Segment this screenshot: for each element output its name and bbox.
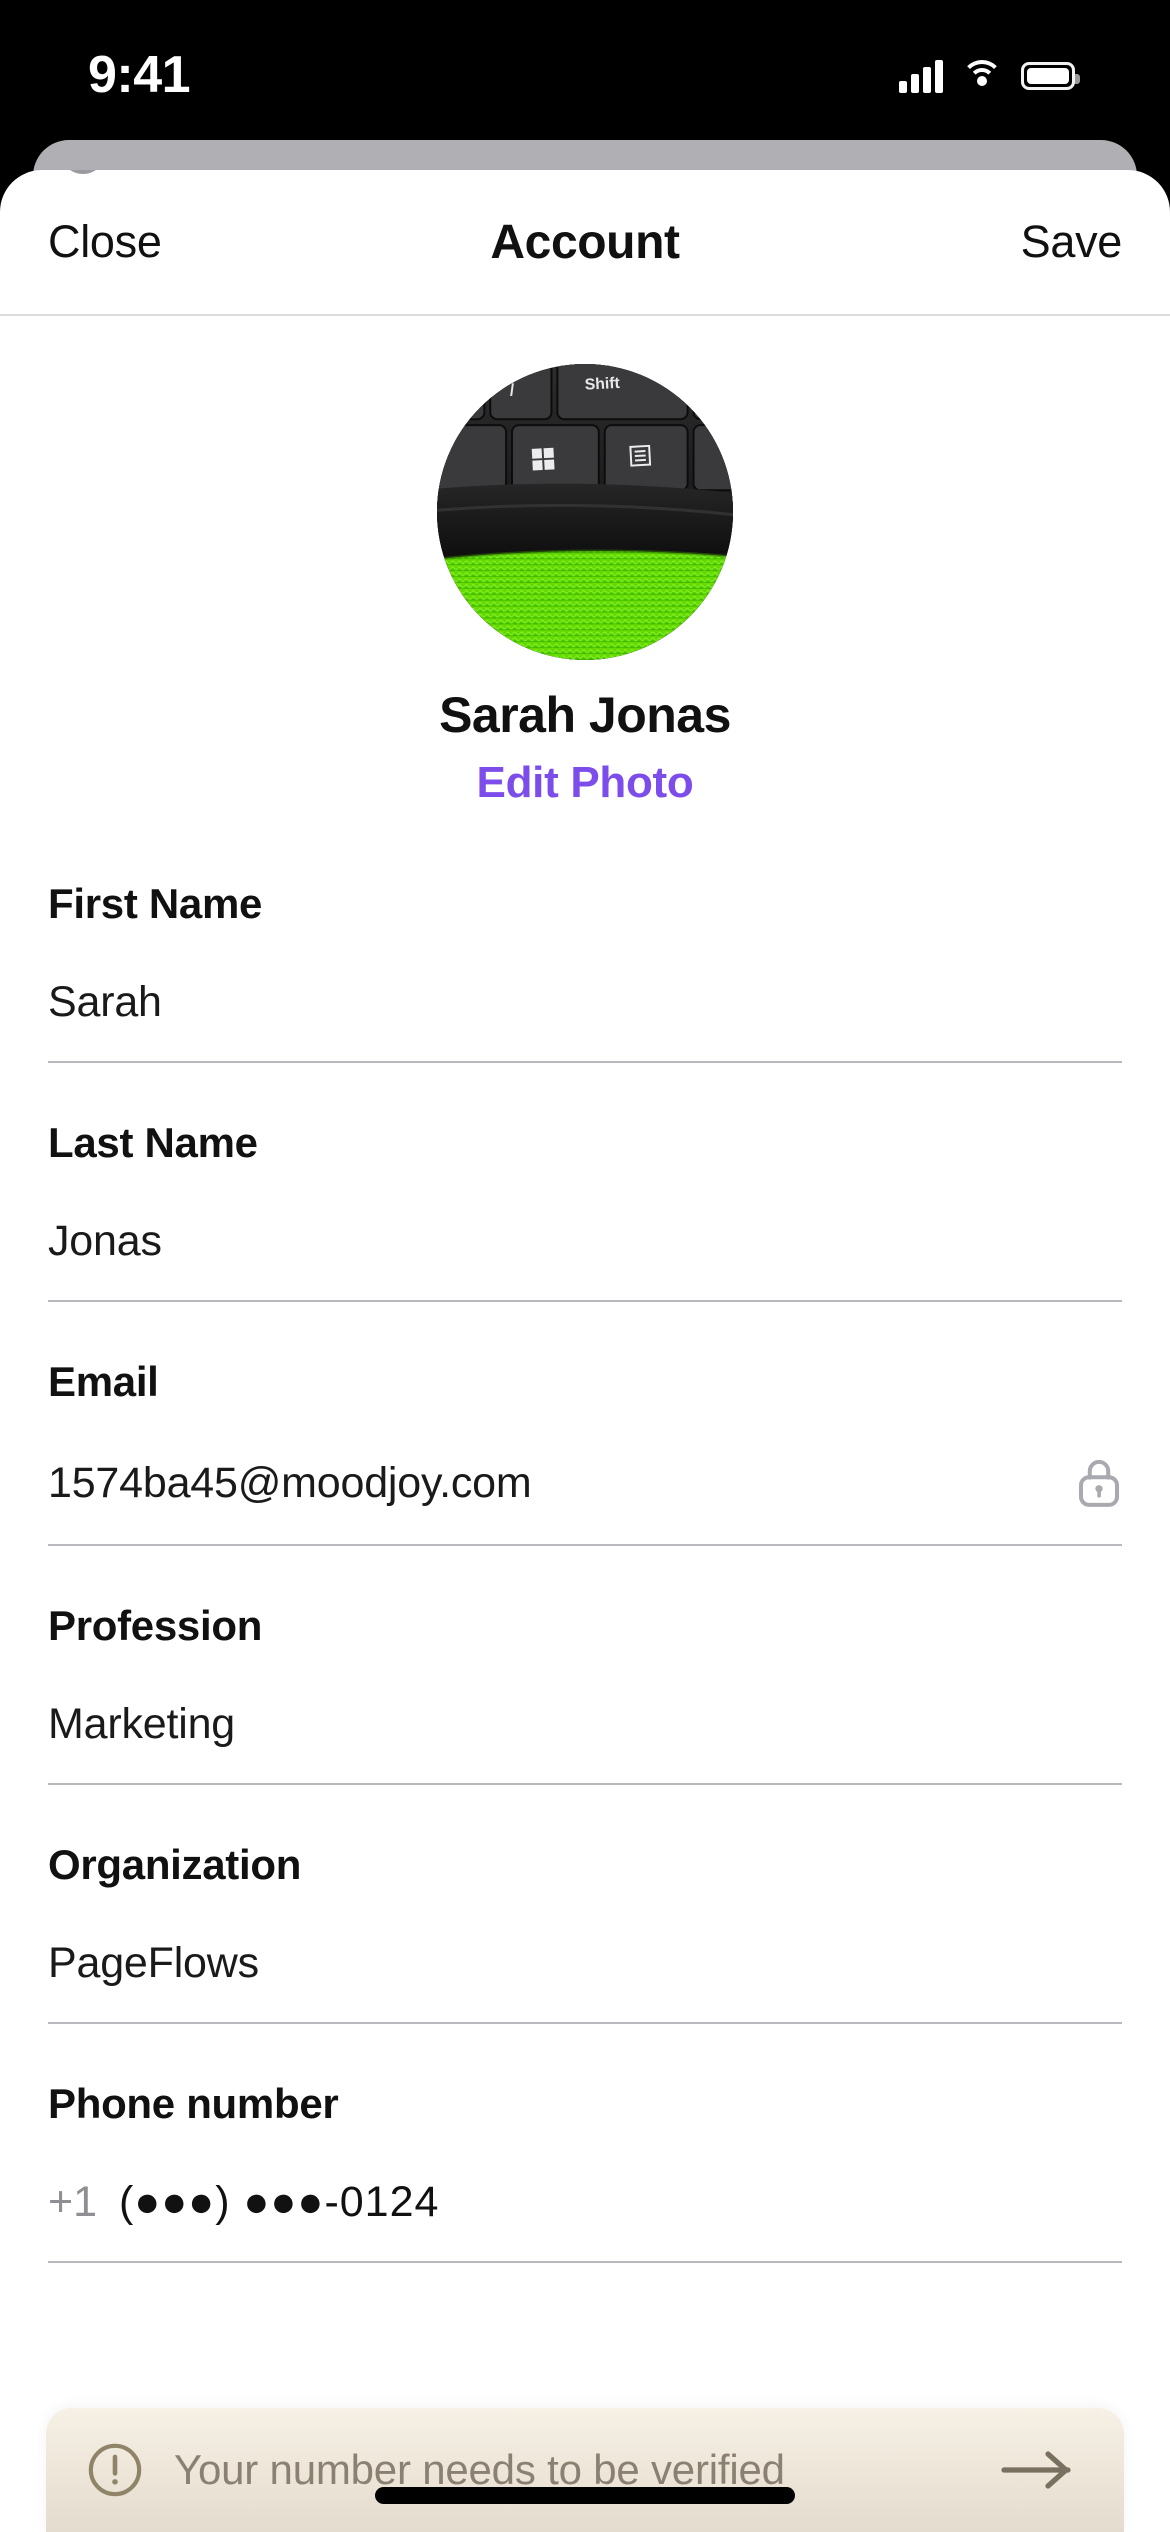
field-organization: Organization PageFlows [48, 1841, 1122, 2024]
svg-text:Ctrl: Ctrl [728, 449, 733, 466]
field-label: Profession [48, 1602, 263, 1649]
phone-number-input[interactable]: (●●●) ●●●-0124 [119, 2178, 439, 2227]
email-input[interactable]: 1574ba45@moodjoy.com [48, 1459, 532, 1508]
profession-input[interactable]: Marketing [48, 1700, 235, 1749]
field-label: Organization [48, 1841, 302, 1888]
field-spacer [48, 1785, 1122, 1841]
field-label: Email [48, 1358, 159, 1405]
field-profession: Profession Marketing [48, 1602, 1122, 1785]
page-title: Account [490, 215, 680, 269]
profile-name: Sarah Jonas [439, 687, 731, 743]
status-bar: 9:41 [0, 0, 1170, 140]
field-spacer [48, 2024, 1122, 2080]
account-modal-sheet: Close Account Save / Shift Ctrl Sarah Jo… [0, 170, 1170, 2532]
field-spacer [48, 1546, 1122, 1602]
modal-content: / Shift Ctrl Sarah Jonas Edit Photo Firs… [0, 316, 1170, 2263]
status-bar-icons [899, 59, 1080, 93]
field-last-name: Last Name Jonas [48, 1119, 1122, 1302]
phone-screen: 9:41 Close Account Save / Shift Ctrl Sar… [0, 0, 1170, 2532]
organization-input[interactable]: PageFlows [48, 1939, 259, 1988]
modal-header: Close Account Save [0, 170, 1170, 316]
status-bar-time: 9:41 [88, 46, 191, 104]
field-input-row[interactable]: 1574ba45@moodjoy.com [48, 1406, 1122, 1546]
account-form: First Name Sarah Last Name Jonas Email 1… [0, 880, 1170, 2263]
home-indicator [375, 2487, 795, 2504]
touch-indicator [60, 170, 106, 174]
profile-section: / Shift Ctrl Sarah Jonas Edit Photo [0, 316, 1170, 808]
avatar[interactable]: / Shift Ctrl [437, 364, 733, 660]
field-first-name: First Name Sarah [48, 880, 1122, 1063]
battery-full-icon [1021, 62, 1080, 90]
field-input-row[interactable]: +1 (●●●) ●●●-0124 [48, 2128, 1122, 2263]
field-email: Email 1574ba45@moodjoy.com [48, 1358, 1122, 1546]
first-name-input[interactable]: Sarah [48, 978, 162, 1027]
save-button[interactable]: Save [1021, 216, 1123, 268]
arrow-right-icon[interactable] [998, 2447, 1078, 2493]
field-label: Last Name [48, 1119, 258, 1166]
wifi-icon [961, 60, 1003, 92]
edit-photo-button[interactable]: Edit Photo [477, 758, 694, 808]
lock-icon [1078, 1459, 1120, 1507]
close-button[interactable]: Close [48, 216, 162, 268]
field-input-row[interactable]: Sarah [48, 928, 1122, 1063]
field-input-row[interactable]: Jonas [48, 1167, 1122, 1302]
field-input-row[interactable]: PageFlows [48, 1889, 1122, 2024]
verification-banner[interactable]: Your number needs to be verified [46, 2408, 1124, 2532]
svg-text:Shift: Shift [584, 375, 621, 394]
field-label: First Name [48, 880, 263, 927]
last-name-input[interactable]: Jonas [48, 1217, 162, 1266]
field-phone-number: Phone number +1 (●●●) ●●●-0124 [48, 2080, 1122, 2263]
field-spacer [48, 1063, 1122, 1119]
phone-value[interactable]: +1 (●●●) ●●●-0124 [48, 2178, 439, 2227]
phone-country-code[interactable]: +1 [48, 2178, 97, 2227]
cellular-signal-icon [899, 59, 943, 93]
warning-circle-icon [88, 2443, 142, 2497]
field-input-row[interactable]: Marketing [48, 1650, 1122, 1785]
field-label: Phone number [48, 2080, 339, 2127]
field-spacer [48, 1302, 1122, 1358]
